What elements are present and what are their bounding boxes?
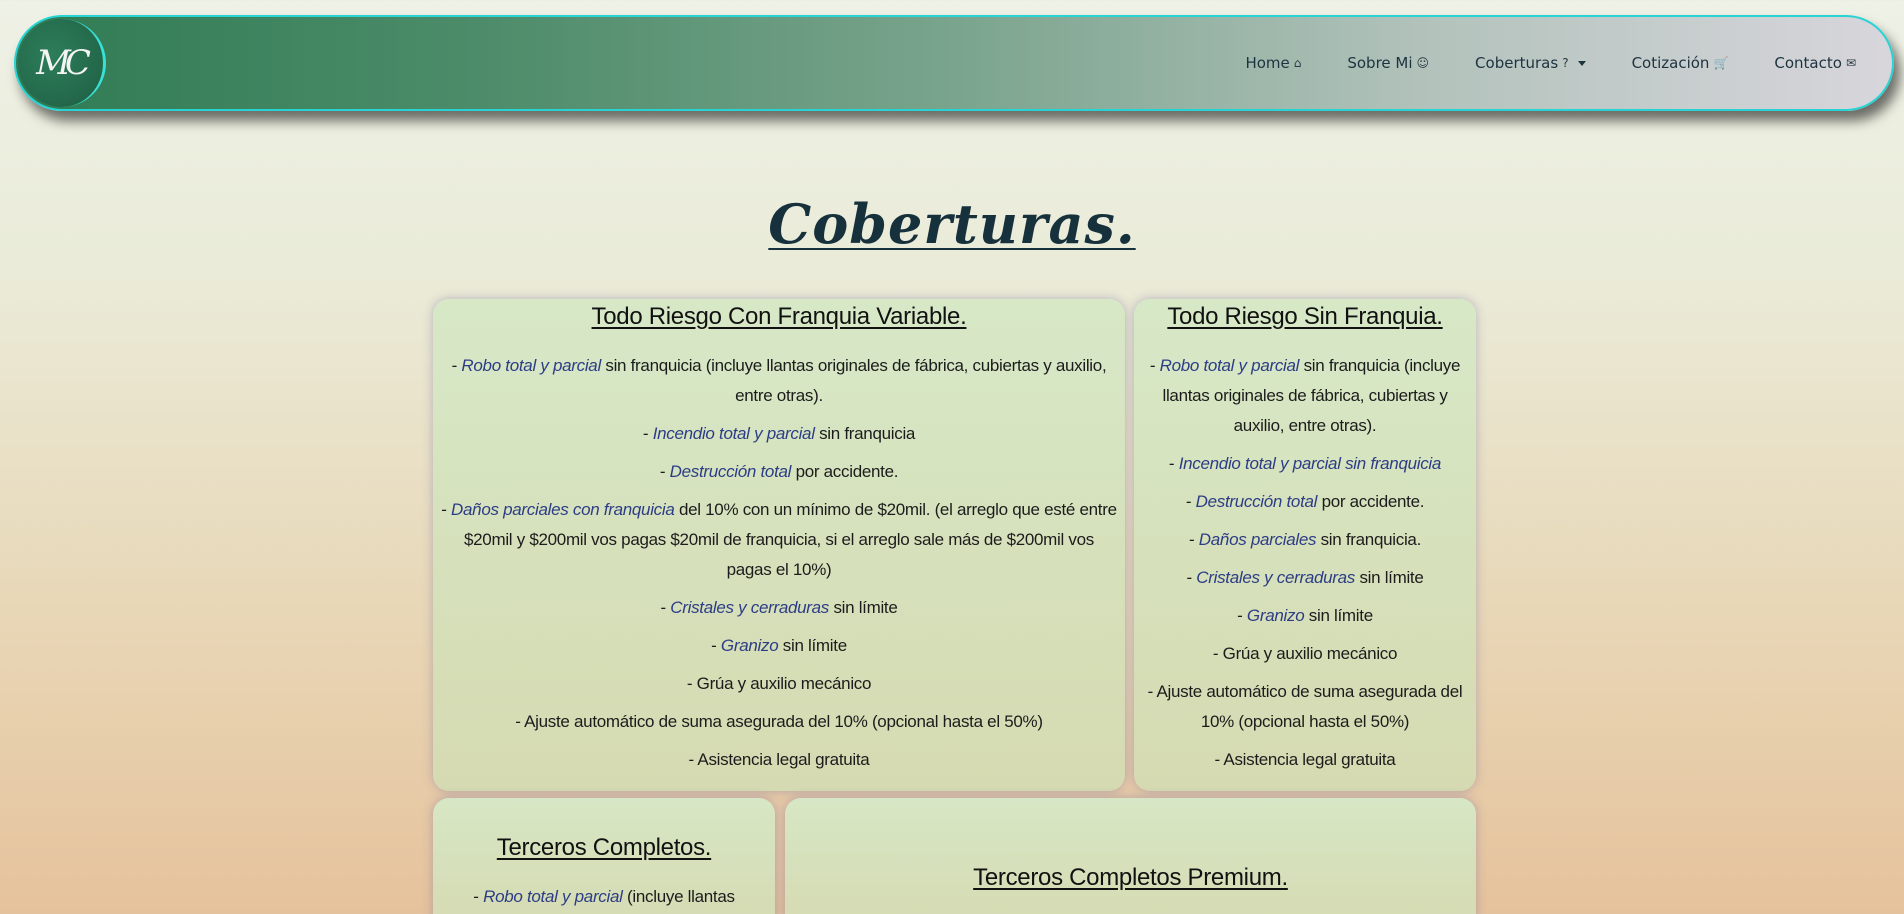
card-title: Terceros Completos. xyxy=(496,834,712,861)
coverage-text: sin franquicia (incluye llantas original… xyxy=(600,356,1107,405)
coverage-highlight: Robo total y parcial xyxy=(461,356,601,375)
nav-item-label: Home xyxy=(1245,54,1290,72)
bullet-dash: - xyxy=(441,500,452,519)
coverage-item: - Asistencia legal gratuita xyxy=(1142,745,1468,775)
nav-item-coberturas[interactable]: Coberturas ? xyxy=(1475,54,1586,72)
coverage-item: - Grúa y auxilio mecánico xyxy=(1142,639,1468,669)
nav-item-home[interactable]: Home ⌂ xyxy=(1245,54,1301,72)
coverage-item: - Grúa y auxilio mecánico xyxy=(441,669,1117,699)
coverage-text: Asistencia legal gratuita xyxy=(697,750,870,769)
coverage-item: - Asistencia legal gratuita xyxy=(441,745,1117,775)
coverage-item: - Incendio total y parcial sin franquici… xyxy=(441,419,1117,449)
question-circle-icon: ? xyxy=(1562,56,1569,70)
logo[interactable]: MC xyxy=(18,19,106,107)
nav-item-label: Coberturas xyxy=(1475,54,1559,72)
bullet-dash: - xyxy=(1212,644,1223,663)
coverage-text: Grúa y auxilio mecánico xyxy=(696,674,872,693)
bullet-dash: - xyxy=(451,356,462,375)
coverage-list: - Robo total y parcial (incluye llantas … xyxy=(441,882,767,914)
coverage-highlight: Robo total y parcial xyxy=(483,887,623,906)
coverage-highlight: Destrucción total xyxy=(1195,492,1318,511)
coverage-item: - Destrucción total por accidente. xyxy=(1142,487,1468,517)
coverage-item: - Cristales y cerraduras sin límite xyxy=(1142,563,1468,593)
coverage-highlight: Daños parciales xyxy=(1198,530,1317,549)
coverage-text: Grúa y auxilio mecánico xyxy=(1222,644,1398,663)
bullet-dash: - xyxy=(642,424,653,443)
coverage-highlight: Granizo xyxy=(1246,606,1305,625)
coverage-text: sin límite xyxy=(1304,606,1373,625)
coverage-item: - Destrucción total por accidente. xyxy=(441,457,1117,487)
coverage-text: por accidente. xyxy=(791,462,899,481)
logo-text: MC xyxy=(36,43,91,83)
smile-icon: ☺ xyxy=(1416,56,1430,70)
coverage-card: Terceros Completos. - Robo total y parci… xyxy=(433,798,775,914)
coverage-text: sin límite xyxy=(1355,568,1424,587)
coverage-text: sin franquicia. xyxy=(1316,530,1422,549)
coverage-highlight: Granizo xyxy=(720,636,779,655)
chevron-down-icon[interactable] xyxy=(1577,60,1586,66)
coverage-item: - Cristales y cerraduras sin límite xyxy=(441,593,1117,623)
coverage-highlight: Incendio total y parcial sin franquicia xyxy=(1178,454,1442,473)
coverage-highlight: Cristales y cerraduras xyxy=(1196,568,1356,587)
page-title: Coberturas. xyxy=(768,192,1136,256)
envelope-icon: ✉ xyxy=(1845,56,1856,70)
coverage-list: - Robo total y parcial sin franquicia (i… xyxy=(1142,351,1468,775)
bullet-dash: - xyxy=(1168,454,1179,473)
navbar: MC Home ⌂ Sobre Mi ☺ Coberturas ? Cotiza… xyxy=(14,15,1894,111)
nav-item-sobre-mi[interactable]: Sobre Mi ☺ xyxy=(1347,54,1429,72)
coverage-text: sin límite xyxy=(778,636,847,655)
coverage-list: - Robo total y parcial sin franquicia (i… xyxy=(441,351,1117,775)
coverage-card: Todo Riesgo Sin Franquia. - Robo total y… xyxy=(1134,299,1476,791)
house-icon: ⌂ xyxy=(1293,56,1302,70)
coverage-item: - Ajuste automático de suma asegurada de… xyxy=(1142,677,1468,737)
bullet-dash: - xyxy=(473,887,484,906)
bullet-dash: - xyxy=(1186,568,1197,587)
card-title: Terceros Completos Premium. xyxy=(973,864,1288,891)
bullet-dash: - xyxy=(1147,682,1157,701)
card-title: Todo Riesgo Con Franquia Variable. xyxy=(591,303,967,330)
nav-item-label: Contacto xyxy=(1774,54,1842,72)
coverage-highlight: Daños parciales con franquicia xyxy=(451,500,675,519)
coverage-highlight: Incendio total y parcial xyxy=(652,424,815,443)
coverage-highlight: Robo total y parcial xyxy=(1159,356,1300,375)
nav-item-label: Sobre Mi xyxy=(1347,54,1413,72)
coverage-text: Ajuste automático de suma asegurada del … xyxy=(1156,682,1463,731)
coverage-item: - Robo total y parcial sin franquicia (i… xyxy=(441,351,1117,411)
nav-item-cotizacion[interactable]: Cotización 🛒 xyxy=(1632,54,1729,72)
nav-item-label: Cotización xyxy=(1631,54,1710,72)
coverage-text: Asistencia legal gratuita xyxy=(1223,750,1396,769)
coverage-item: - Granizo sin límite xyxy=(441,631,1117,661)
card-title: Todo Riesgo Sin Franquia. xyxy=(1167,303,1443,330)
coverage-item: - Robo total y parcial (incluye llantas … xyxy=(441,882,767,914)
bullet-dash: - xyxy=(1149,356,1160,375)
bullet-dash: - xyxy=(660,598,671,617)
bullet-dash: - xyxy=(1188,530,1199,549)
bullet-dash: - xyxy=(711,636,721,655)
coverage-card: Terceros Completos Premium. xyxy=(785,798,1476,914)
coverage-item: - Incendio total y parcial sin franquici… xyxy=(1142,449,1468,479)
coverage-text: por accidente. xyxy=(1317,492,1425,511)
coverage-card: Todo Riesgo Con Franquia Variable. - Rob… xyxy=(433,299,1125,791)
coverage-item: - Granizo sin límite xyxy=(1142,601,1468,631)
coverage-text: Ajuste automático de suma asegurada del … xyxy=(524,712,1043,731)
coverage-item: - Daños parciales sin franquicia. xyxy=(1142,525,1468,555)
coverage-item: - Robo total y parcial sin franquicia (i… xyxy=(1142,351,1468,441)
nav-item-contacto[interactable]: Contacto ✉ xyxy=(1774,54,1856,72)
coverage-item: - Daños parciales con franquicia del 10%… xyxy=(441,495,1117,585)
bullet-dash: - xyxy=(1237,606,1247,625)
coverage-text: sin franquicia xyxy=(814,424,916,443)
nav-menu: Home ⌂ Sobre Mi ☺ Coberturas ? Cotizació… xyxy=(1199,17,1856,109)
coverage-highlight: Cristales y cerraduras xyxy=(670,598,830,617)
bullet-dash: - xyxy=(686,674,697,693)
coverage-item: - Ajuste automático de suma asegurada de… xyxy=(441,707,1117,737)
bullet-dash: - xyxy=(515,712,525,731)
bullet-dash: - xyxy=(1185,492,1196,511)
bullet-dash: - xyxy=(659,462,670,481)
coverage-highlight: Destrucción total xyxy=(669,462,792,481)
cart-icon: 🛒 xyxy=(1713,56,1729,70)
coverage-text: sin límite xyxy=(829,598,898,617)
